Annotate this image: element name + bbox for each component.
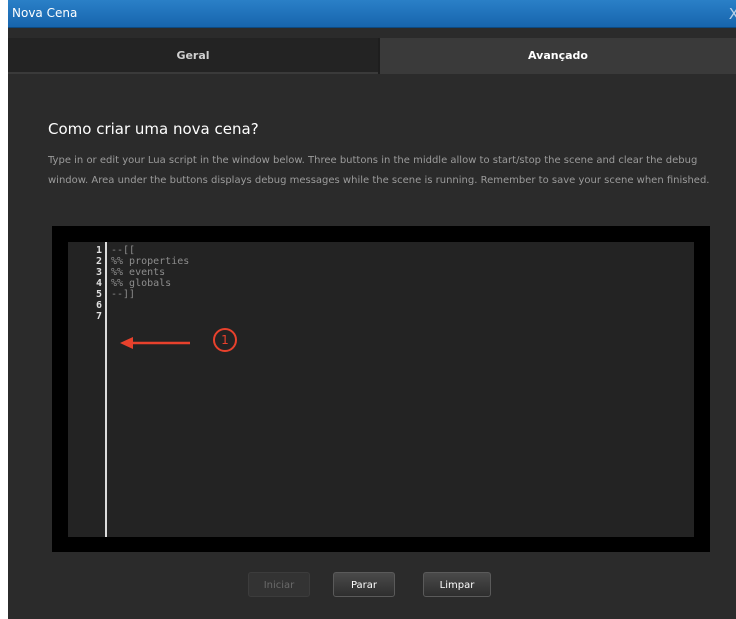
code-editor[interactable]: 1 2 3 4 5 6 7 --[[ %% properties %% even… xyxy=(68,242,694,537)
window-title: Nova Cena xyxy=(12,6,78,20)
line-number: 3 xyxy=(95,267,102,278)
line-number-gutter: 1 2 3 4 5 6 7 xyxy=(68,242,107,537)
line-number: 6 xyxy=(95,300,102,311)
tab-geral[interactable]: Geral xyxy=(8,38,378,74)
line-number: 4 xyxy=(95,278,102,289)
tab-avancado[interactable]: Avançado xyxy=(380,38,736,74)
code-line: %% events xyxy=(111,267,166,278)
section-heading: Como criar uma nova cena? xyxy=(48,120,259,138)
left-arrow-icon xyxy=(120,337,190,349)
line-number: 2 xyxy=(95,256,102,267)
code-line: --]] xyxy=(111,289,136,300)
section-description: Type in or edit your Lua script in the w… xyxy=(48,155,710,186)
tab-bar: Geral Avançado xyxy=(8,38,736,74)
close-icon[interactable]: X xyxy=(729,5,736,23)
code-line: --[[ xyxy=(111,245,136,256)
scene-dialog: Nova Cena X Geral Avançado Como criar um… xyxy=(8,0,736,619)
start-button[interactable]: Iniciar xyxy=(248,572,310,597)
line-number: 7 xyxy=(95,311,102,322)
code-line: %% properties xyxy=(111,256,190,267)
stop-button[interactable]: Parar xyxy=(333,572,395,597)
callout-number-badge: 1 xyxy=(213,328,237,352)
clear-button[interactable]: Limpar xyxy=(423,572,491,597)
code-line: %% globals xyxy=(111,278,172,289)
line-number: 1 xyxy=(95,245,102,256)
code-editor-frame: 1 2 3 4 5 6 7 --[[ %% properties %% even… xyxy=(52,226,710,552)
code-content[interactable]: --[[ %% properties %% events %% globals … xyxy=(111,245,189,322)
title-bar: Nova Cena X xyxy=(8,0,736,28)
line-number: 5 xyxy=(95,289,102,300)
